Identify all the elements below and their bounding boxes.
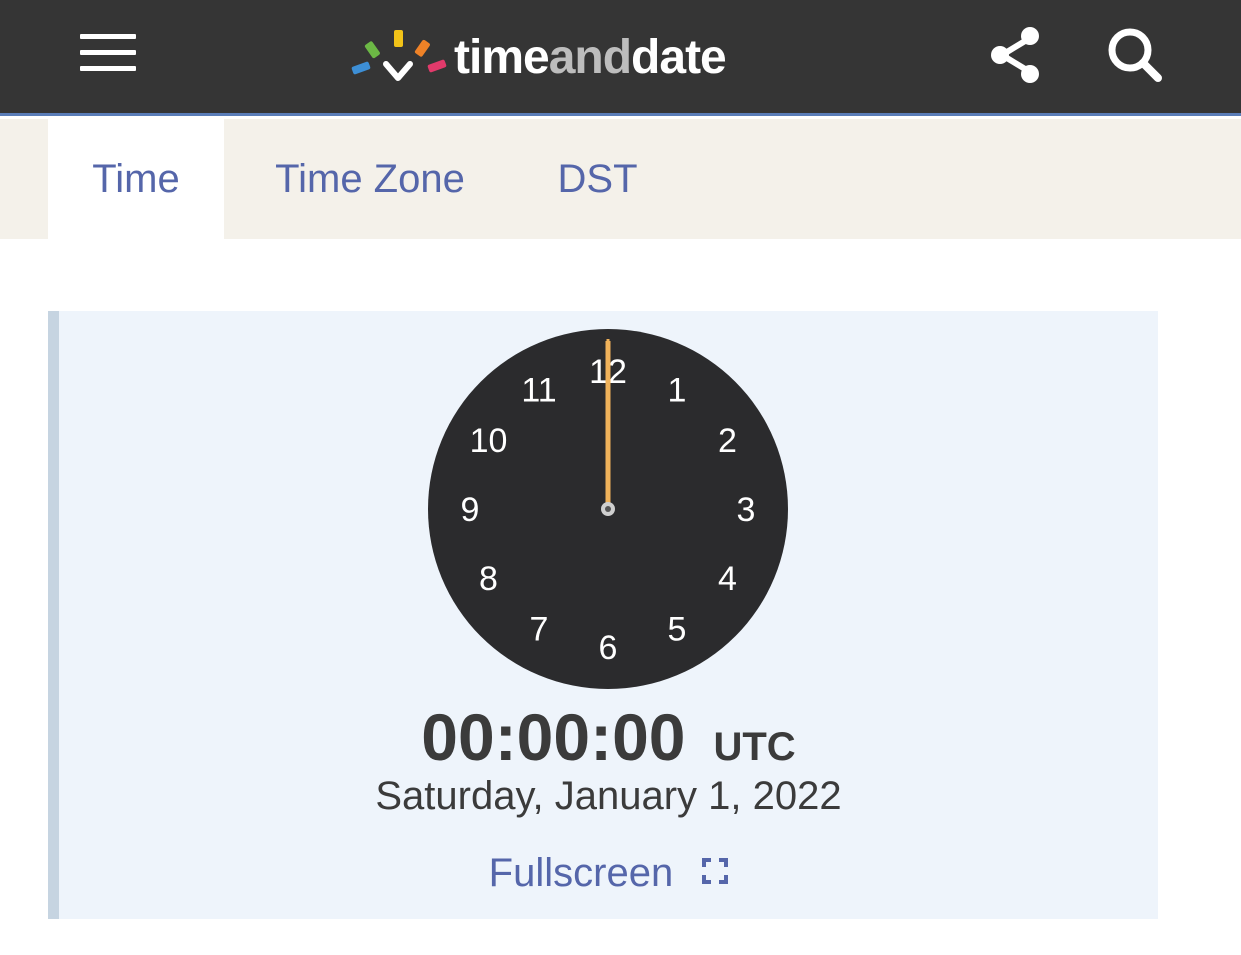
fullscreen-icon	[702, 858, 729, 885]
logo-burst-icon	[351, 30, 447, 81]
logo-wordmark: timeanddate	[454, 31, 727, 84]
fullscreen-label: Fullscreen	[488, 851, 674, 895]
clock-numeral-3: 3	[737, 491, 756, 529]
tab-dst[interactable]: DST	[530, 119, 665, 239]
share-icon[interactable]	[980, 20, 1050, 90]
digital-time: 00:00:00 UTC	[59, 699, 1158, 775]
clock-numeral-5: 5	[668, 611, 687, 649]
date-text: Saturday, January 1, 2022	[375, 774, 842, 818]
clock-numeral-7: 7	[530, 611, 549, 649]
clock-numeral-4: 4	[718, 560, 737, 598]
tab-time[interactable]: Time	[48, 119, 224, 239]
clock-numeral-1: 1	[668, 371, 687, 409]
clock-numeral-9: 9	[461, 491, 480, 529]
clock-numeral-10: 10	[470, 422, 508, 460]
clock-numeral-8: 8	[479, 560, 498, 598]
top-navigation-bar: timeanddate	[0, 0, 1241, 116]
fullscreen-link[interactable]: Fullscreen	[59, 851, 1158, 896]
clock-numeral-11: 11	[521, 371, 556, 409]
time-value: 00:00:00	[421, 700, 686, 774]
tab-time-zone[interactable]: Time Zone	[250, 119, 490, 239]
tab-bar: Time Time Zone DST	[0, 119, 1241, 239]
clock-card: 121234567891011 00:00:00UTC Saturday, Ja…	[48, 311, 1158, 919]
time-zone-label: UTC	[713, 725, 796, 769]
hamburger-menu-icon[interactable]	[80, 34, 136, 72]
clock-numeral-6: 6	[599, 629, 618, 667]
search-icon[interactable]	[1100, 20, 1170, 90]
clock-numeral-2: 2	[718, 422, 737, 460]
site-logo[interactable]: timeanddate	[350, 24, 780, 88]
analog-clock: 121234567891011	[428, 329, 788, 689]
